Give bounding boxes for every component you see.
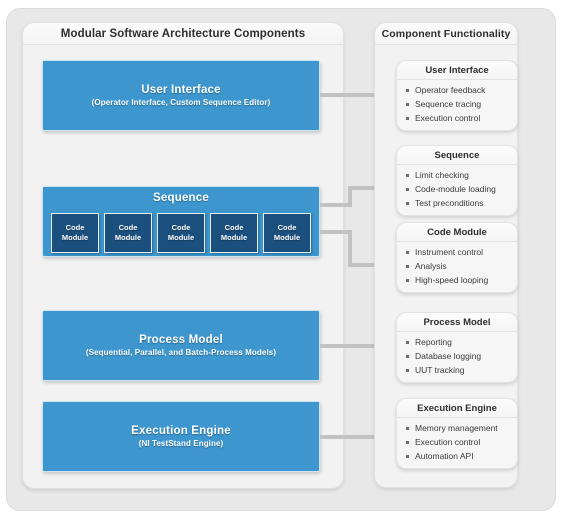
card-list-item: Execution control [406, 437, 511, 447]
card-execution-engine-body: Memory management Execution control Auto… [397, 418, 517, 468]
card-list-item: Analysis [406, 261, 511, 271]
card-user-interface-title: User Interface [397, 61, 517, 80]
card-list-item: Sequence tracing [406, 99, 511, 109]
card-user-interface[interactable]: User Interface Operator feedback Sequenc… [396, 60, 518, 131]
card-list-item: Reporting [406, 338, 511, 347]
card-process-model-title: Process Model [397, 313, 517, 332]
card-list-item: Operator feedback [406, 86, 511, 95]
diagram-canvas: Modular Software Architecture Components… [0, 0, 562, 518]
card-sequence-body: Limit checking Code-module loading Test … [397, 165, 517, 215]
card-sequence[interactable]: Sequence Limit checking Code-module load… [396, 145, 518, 216]
card-execution-engine-title: Execution Engine [397, 399, 517, 418]
card-code-module[interactable]: Code Module Instrument control Analysis … [396, 222, 518, 293]
card-list-item: High-speed looping [406, 275, 511, 285]
card-list-item: Instrument control [406, 248, 511, 257]
card-list-item: Limit checking [406, 171, 511, 180]
card-list-item: UUT tracking [406, 365, 511, 375]
card-user-interface-body: Operator feedback Sequence tracing Execu… [397, 80, 517, 130]
card-list-item: Memory management [406, 424, 511, 433]
card-list-item: Execution control [406, 113, 511, 123]
panel-component-functionality-title: Component Functionality [375, 23, 517, 45]
card-execution-engine[interactable]: Execution Engine Memory management Execu… [396, 398, 518, 469]
card-process-model[interactable]: Process Model Reporting Database logging… [396, 312, 518, 383]
card-code-module-body: Instrument control Analysis High-speed l… [397, 242, 517, 292]
card-process-model-body: Reporting Database logging UUT tracking [397, 332, 517, 382]
card-list-item: Automation API [406, 451, 511, 461]
card-list-item: Code-module loading [406, 184, 511, 194]
card-code-module-title: Code Module [397, 223, 517, 242]
card-sequence-title: Sequence [397, 146, 517, 165]
card-list-item: Test preconditions [406, 198, 511, 208]
card-list-item: Database logging [406, 351, 511, 361]
